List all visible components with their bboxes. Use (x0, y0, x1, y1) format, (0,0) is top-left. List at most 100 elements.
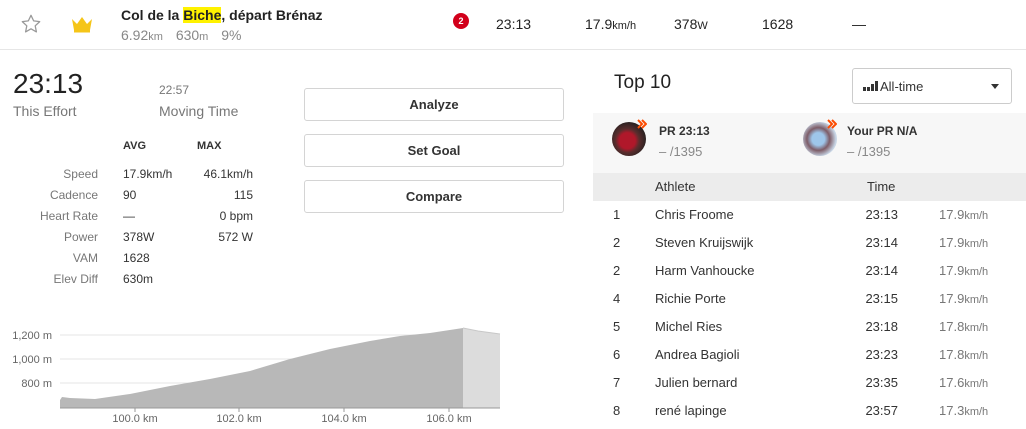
leaderboard-filter-dropdown[interactable]: All-time (852, 68, 1012, 104)
x-tick-label: 102.0 km (216, 413, 261, 425)
stat-max: 46.1km/h (203, 167, 253, 181)
star-icon[interactable] (20, 13, 42, 35)
table-row[interactable]: 4 Richie Porte 23:15 17.9km/h (593, 285, 1026, 313)
stat-avg: 17.9km/h (123, 167, 173, 181)
your-pr-label: Your PR N/A (847, 124, 918, 138)
x-tick-label: 106.0 km (426, 413, 471, 425)
effort-time-label: This Effort (13, 103, 77, 119)
table-row[interactable]: 5 Michel Ries 23:18 17.8km/h (593, 313, 1026, 341)
athlete-name[interactable]: Steven Kruijswijk (655, 235, 753, 250)
leaderboard-panel: Top 10 All-time PR 23:13 – /1395 Your PR… (593, 68, 1026, 429)
rank: 1 (613, 207, 621, 222)
rank: 6 (613, 347, 621, 362)
rank: 8 (613, 403, 621, 418)
table-row[interactable]: 1 Chris Froome 23:13 17.9km/h (593, 201, 1026, 229)
effort-time[interactable]: 23:35 (862, 375, 898, 390)
speed: 17.9km/h (939, 291, 989, 306)
speed: 17.6km/h (939, 375, 989, 390)
speed: 17.8km/h (939, 347, 989, 362)
segment-elevation: 630m (175, 27, 209, 43)
speed: 17.9km/h (939, 235, 989, 250)
speed: 17.3km/h (939, 403, 989, 418)
stat-label: VAM (72, 251, 98, 265)
rank: 2 (613, 235, 621, 250)
athlete-name[interactable]: rené lapinge (655, 403, 727, 418)
segment-time: 23:13 (496, 16, 532, 32)
pr-rank: – /1395 (659, 144, 703, 159)
segment-vam: 1628 (762, 16, 794, 32)
table-row[interactable]: 2 Steven Kruijswijk 23:14 17.9km/h (593, 229, 1026, 257)
athlete-name[interactable]: Chris Froome (655, 207, 734, 222)
effort-time[interactable]: 23:13 (862, 207, 898, 222)
stat-max: 0 bpm (219, 209, 253, 223)
athlete-name[interactable]: Andrea Bagioli (655, 347, 740, 362)
stat-label: Cadence (49, 188, 98, 202)
y-tick-label: 1,200 m (12, 330, 52, 342)
effort-time[interactable]: 23:57 (862, 403, 898, 418)
stat-avg: 630m (123, 272, 154, 286)
bar-chart-icon (863, 81, 878, 91)
rank: 5 (613, 319, 621, 334)
stat-label: Heart Rate (39, 209, 98, 223)
elevation-chart[interactable]: 1,200 m 1,000 m 800 m 100.0 km 102.0 km … (0, 318, 520, 429)
effort-time[interactable]: 23:23 (862, 347, 898, 362)
segment-row[interactable]: Col de la Biche, départ Brénaz 6.92km 63… (0, 0, 1026, 50)
time-column-header: Time (867, 179, 896, 194)
segment-name-part: Col de la (121, 7, 184, 23)
y-tick-label: 1,000 m (12, 354, 52, 366)
athlete-column-header: Athlete (655, 179, 696, 194)
stat-max: 572 W (218, 230, 253, 244)
stat-label: Power (63, 230, 98, 244)
segment-speed: 17.9km/h (585, 16, 637, 32)
x-tick-label: 104.0 km (321, 413, 366, 425)
athlete-name[interactable]: Harm Vanhoucke (655, 263, 754, 278)
athlete-name[interactable]: Richie Porte (655, 291, 726, 306)
stat-avg: 378W (123, 230, 155, 244)
rank: 7 (613, 375, 621, 390)
effort-time[interactable]: 23:14 (862, 263, 898, 278)
stat-avg: 90 (123, 188, 137, 202)
effort-time[interactable]: 23:14 (862, 235, 898, 250)
table-row[interactable]: 2 Harm Vanhoucke 23:14 17.9km/h (593, 257, 1026, 285)
rank: 2 (613, 263, 621, 278)
leaderboard-filter-value: All-time (880, 78, 924, 94)
leaderboard-header: Athlete Time (593, 173, 1026, 201)
your-pr-rank: – /1395 (847, 144, 891, 159)
effort-time[interactable]: 23:18 (862, 319, 898, 334)
segment-power: 378W (674, 16, 708, 32)
moving-time-label: Moving Time (159, 103, 239, 119)
y-tick-label: 800 m (21, 378, 52, 390)
leaderboard-title: Top 10 (614, 72, 672, 93)
stat-avg: 1628 (123, 251, 150, 265)
chevron-right-icon (637, 119, 647, 129)
crown-icon (72, 17, 92, 33)
stat-max: 115 (233, 188, 253, 202)
stat-label: Speed (63, 167, 98, 181)
stats-max-header: MAX (197, 140, 222, 152)
table-row[interactable]: 8 rené lapinge 23:57 17.3km/h (593, 397, 1026, 425)
moving-time: 22:57 (159, 83, 190, 97)
effort-time[interactable]: 23:15 (862, 291, 898, 306)
stat-label: Elev Diff (53, 272, 98, 286)
stat-avg: — (123, 209, 135, 223)
compare-button[interactable]: Compare (304, 180, 564, 213)
set-goal-button[interactable]: Set Goal (304, 134, 564, 167)
athlete-name[interactable]: Julien bernard (655, 375, 737, 390)
segment-grade: 9% (221, 27, 242, 43)
segment-name-highlight: Biche (183, 7, 222, 23)
pr-summary: PR 23:13 – /1395 Your PR N/A – /1395 (593, 113, 1026, 173)
effort-time: 23:13 (13, 68, 84, 99)
x-tick-label: 100.0 km (112, 413, 157, 425)
analyze-button[interactable]: Analyze (304, 88, 564, 121)
athlete-name[interactable]: Michel Ries (655, 319, 722, 334)
table-row[interactable]: 7 Julien bernard 23:35 17.6km/h (593, 369, 1026, 397)
elevation-area (60, 328, 463, 408)
chevron-right-icon (827, 119, 837, 129)
segment-name[interactable]: Col de la Biche, départ Brénaz (121, 7, 323, 23)
segment-name-part: , départ Brénaz (221, 7, 323, 23)
table-row[interactable]: 6 Andrea Bagioli 23:23 17.8km/h (593, 341, 1026, 369)
segment-hr: — (852, 16, 866, 32)
rank-badge: 2 (453, 13, 469, 29)
speed: 17.8km/h (939, 319, 989, 334)
segment-meta: 6.92km 630m 9% (121, 27, 250, 43)
